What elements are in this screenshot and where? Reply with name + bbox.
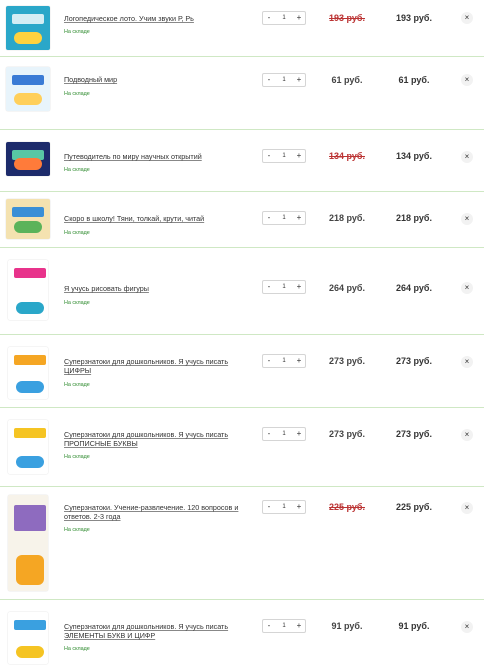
product-title-link[interactable]: Суперзнатоки для дошкольников. Я учусь п…	[64, 622, 254, 640]
stock-status: На складе	[64, 454, 90, 460]
product-cover-image[interactable]	[6, 142, 50, 176]
remove-item-button[interactable]: ×	[461, 502, 473, 514]
unit-price: 91 руб.	[331, 621, 363, 631]
remove-item-button[interactable]: ×	[461, 213, 473, 225]
line-total: 91 руб.	[398, 621, 430, 631]
remove-item-button[interactable]: ×	[461, 356, 473, 368]
quantity-field[interactable]: 1	[276, 77, 292, 83]
decrease-quantity-button[interactable]: -	[263, 281, 275, 293]
quantity-stepper: - 1 +	[262, 73, 306, 87]
increase-quantity-button[interactable]: +	[293, 150, 305, 162]
remove-item-button[interactable]: ×	[461, 151, 473, 163]
cart-row: Суперзнатоки для дошкольников. Я учусь п…	[0, 335, 484, 408]
line-total: 193 руб.	[396, 13, 432, 23]
quantity-stepper: - 1 +	[262, 427, 306, 441]
product-title-link[interactable]: Логопедическое лото. Учим звуки Р, Рь	[64, 14, 254, 23]
unit-price: 264 руб.	[329, 283, 365, 293]
product-cover-image[interactable]	[8, 612, 48, 664]
line-total: 264 руб.	[396, 283, 432, 293]
stock-status: На складе	[64, 29, 90, 35]
cart-row: Логопедическое лото. Учим звуки Р, Рь На…	[0, 0, 484, 57]
quantity-field[interactable]: 1	[276, 431, 292, 437]
unit-price: 273 руб.	[329, 356, 365, 366]
quantity-field[interactable]: 1	[276, 153, 292, 159]
product-title-link[interactable]: Я учусь рисовать фигуры	[64, 284, 254, 293]
remove-item-button[interactable]: ×	[461, 282, 473, 294]
stock-status: На складе	[64, 91, 90, 97]
unit-price: 134 руб.	[329, 151, 365, 161]
quantity-field[interactable]: 1	[276, 284, 292, 290]
product-cover-image[interactable]	[8, 420, 48, 474]
cart-row: Скоро в школу! Тяни, толкай, крути, чита…	[0, 192, 484, 248]
quantity-field[interactable]: 1	[276, 623, 292, 629]
decrease-quantity-button[interactable]: -	[263, 74, 275, 86]
quantity-stepper: - 1 +	[262, 619, 306, 633]
quantity-field[interactable]: 1	[276, 504, 292, 510]
stock-status: На складе	[64, 300, 90, 306]
product-cover-image[interactable]	[8, 347, 48, 399]
line-total: 225 руб.	[396, 502, 432, 512]
increase-quantity-button[interactable]: +	[293, 12, 305, 24]
remove-item-button[interactable]: ×	[461, 12, 473, 24]
quantity-stepper: - 1 +	[262, 280, 306, 294]
unit-price: 273 руб.	[329, 429, 365, 439]
product-cover-image[interactable]	[8, 495, 48, 591]
stock-status: На складе	[64, 167, 90, 173]
product-title-link[interactable]: Скоро в школу! Тяни, толкай, крути, чита…	[64, 214, 254, 223]
increase-quantity-button[interactable]: +	[293, 620, 305, 632]
decrease-quantity-button[interactable]: -	[263, 212, 275, 224]
stock-status: На складе	[64, 230, 90, 236]
increase-quantity-button[interactable]: +	[293, 355, 305, 367]
decrease-quantity-button[interactable]: -	[263, 620, 275, 632]
line-total: 134 руб.	[396, 151, 432, 161]
remove-item-button[interactable]: ×	[461, 429, 473, 441]
unit-price: 225 руб.	[329, 502, 365, 512]
decrease-quantity-button[interactable]: -	[263, 355, 275, 367]
quantity-stepper: - 1 +	[262, 500, 306, 514]
quantity-stepper: - 1 +	[262, 11, 306, 25]
remove-item-button[interactable]: ×	[461, 74, 473, 86]
product-title-link[interactable]: Подводный мир	[64, 75, 254, 84]
increase-quantity-button[interactable]: +	[293, 281, 305, 293]
quantity-field[interactable]: 1	[276, 15, 292, 21]
line-total: 218 руб.	[396, 213, 432, 223]
quantity-field[interactable]: 1	[276, 215, 292, 221]
product-cover-image[interactable]	[8, 260, 48, 320]
cart-row: Суперзнатоки для дошкольников. Я учусь п…	[0, 408, 484, 487]
increase-quantity-button[interactable]: +	[293, 501, 305, 513]
cart-row: Я учусь рисовать фигуры На складе - 1 + …	[0, 248, 484, 335]
quantity-stepper: - 1 +	[262, 211, 306, 225]
stock-status: На складе	[64, 527, 90, 533]
quantity-field[interactable]: 1	[276, 358, 292, 364]
product-title-link[interactable]: Суперзнатоки для дошкольников. Я учусь п…	[64, 430, 254, 448]
quantity-stepper: - 1 +	[262, 354, 306, 368]
cart-row: Подводный мир На складе - 1 + 61 руб. 61…	[0, 57, 484, 130]
product-title-link[interactable]: Суперзнатоки для дошкольников. Я учусь п…	[64, 357, 254, 375]
cart-row: Суперзнатоки. Учение-развлечение. 120 во…	[0, 487, 484, 600]
product-cover-image[interactable]	[6, 67, 50, 111]
line-total: 273 руб.	[396, 356, 432, 366]
stock-status: На складе	[64, 646, 90, 652]
cart-row: Суперзнатоки для дошкольников. Я учусь п…	[0, 600, 484, 669]
increase-quantity-button[interactable]: +	[293, 428, 305, 440]
product-cover-image[interactable]	[6, 6, 50, 50]
product-cover-image[interactable]	[6, 199, 50, 239]
line-total: 273 руб.	[396, 429, 432, 439]
stock-status: На складе	[64, 382, 90, 388]
quantity-stepper: - 1 +	[262, 149, 306, 163]
product-title-link[interactable]: Путеводитель по миру научных открытий	[64, 152, 254, 161]
line-total: 61 руб.	[398, 75, 430, 85]
decrease-quantity-button[interactable]: -	[263, 501, 275, 513]
decrease-quantity-button[interactable]: -	[263, 12, 275, 24]
product-title-link[interactable]: Суперзнатоки. Учение-развлечение. 120 во…	[64, 503, 254, 521]
unit-price: 193 руб.	[329, 13, 365, 23]
decrease-quantity-button[interactable]: -	[263, 428, 275, 440]
remove-item-button[interactable]: ×	[461, 621, 473, 633]
cart-row: Путеводитель по миру научных открытий На…	[0, 130, 484, 192]
increase-quantity-button[interactable]: +	[293, 74, 305, 86]
unit-price: 218 руб.	[329, 213, 365, 223]
increase-quantity-button[interactable]: +	[293, 212, 305, 224]
decrease-quantity-button[interactable]: -	[263, 150, 275, 162]
unit-price: 61 руб.	[331, 75, 363, 85]
